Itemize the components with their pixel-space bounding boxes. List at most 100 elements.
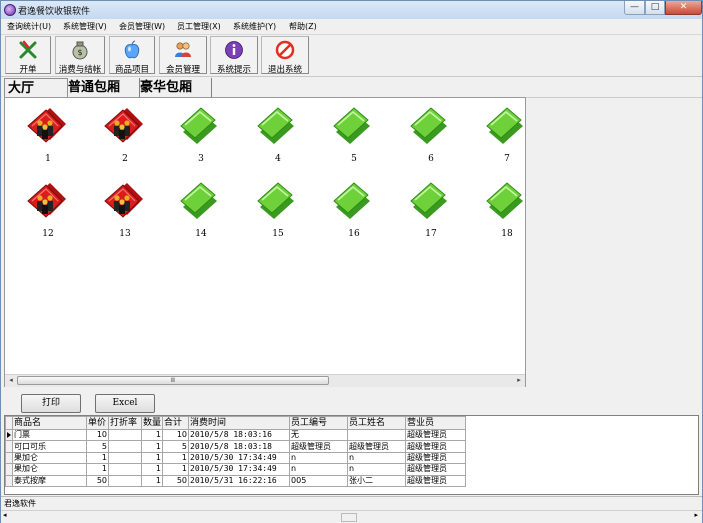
col-header-staff-name[interactable]: 员工姓名: [347, 416, 407, 430]
tab-hall[interactable]: 大厅: [4, 78, 68, 98]
col-header-total[interactable]: 合计: [162, 416, 190, 430]
open-order-button[interactable]: 开单: [5, 36, 51, 75]
table-cell[interactable]: 50: [86, 474, 109, 487]
row-indicator[interactable]: [5, 474, 13, 487]
room-7-tile[interactable]: 7: [469, 104, 525, 174]
col-header-staff-id[interactable]: 员工编号: [289, 416, 349, 430]
room-12-tile[interactable]: 12: [10, 179, 70, 249]
menu-help[interactable]: 帮助(Z): [289, 21, 317, 32]
table-cell[interactable]: 5: [86, 440, 109, 453]
table-cell[interactable]: 门票: [12, 428, 87, 442]
room-2-tile[interactable]: 2: [87, 104, 147, 174]
exit-button[interactable]: 退出系统: [261, 36, 309, 75]
room-16-tile[interactable]: 16: [316, 179, 376, 249]
table-cell[interactable]: 1: [140, 440, 164, 453]
col-header-discount[interactable]: 打折率: [108, 416, 142, 430]
print-button[interactable]: 打印: [21, 394, 81, 413]
bottom-scroll-left-icon[interactable]: ◂: [3, 511, 7, 519]
room-17-tile[interactable]: 17: [393, 179, 453, 249]
table-row[interactable]: 门票 10 1 10 2010/5/8 18:03:16 无超级管理员: [5, 428, 467, 442]
room-18-tile[interactable]: 18: [469, 179, 525, 249]
row-indicator[interactable]: [5, 440, 13, 453]
table-cell[interactable]: 2010/5/30 17:34:49: [188, 463, 291, 476]
bottom-scrollbar[interactable]: ◂ ▸: [1, 510, 702, 523]
minimize-button[interactable]: —: [624, 1, 645, 15]
row-indicator[interactable]: [5, 451, 13, 465]
room-5-tile[interactable]: 5: [316, 104, 376, 174]
room-3-tile[interactable]: 3: [163, 104, 223, 174]
table-row[interactable]: 果加仑 1 1 1 2010/5/30 17:34:49 n n 超级管理员: [5, 451, 467, 465]
products-button[interactable]: 商品项目: [109, 36, 155, 75]
checkout-button[interactable]: $ 消费与结帐: [55, 36, 105, 75]
table-cell[interactable]: 10: [162, 428, 190, 442]
scroll-left-arrow-icon[interactable]: ◂: [5, 375, 17, 387]
col-header-qty[interactable]: 数量: [140, 416, 164, 430]
table-cell[interactable]: 1: [140, 474, 164, 487]
table-cell[interactable]: 2010/5/31 16:22:16: [188, 474, 291, 487]
menu-member-manage[interactable]: 会员管理(W): [119, 21, 165, 32]
room-13-tile[interactable]: 13: [87, 179, 147, 249]
table-row[interactable]: 果加仑 1 1 1 2010/5/30 17:34:49 n n 超级管理员: [5, 463, 467, 476]
table-cell[interactable]: 5: [162, 440, 190, 453]
row-indicator[interactable]: [5, 428, 13, 442]
table-cell[interactable]: 2010/5/8 18:03:16: [188, 428, 291, 442]
scroll-right-arrow-icon[interactable]: ▸: [513, 375, 525, 387]
tab-normal-room[interactable]: 普通包厢: [65, 78, 140, 97]
table-cell[interactable]: 005: [289, 474, 349, 487]
table-cell[interactable]: 泰式按摩: [12, 474, 87, 487]
menu-system-maintain[interactable]: 系统维护(Y): [233, 21, 276, 32]
table-cell[interactable]: 1: [140, 463, 164, 476]
table-cell[interactable]: 2010/5/30 17:34:49: [188, 451, 291, 465]
table-row[interactable]: 泰式按摩 50 1 50 2010/5/31 16:22:16 005 张小二 超级管理员: [5, 474, 467, 487]
bottom-scroll-thumb[interactable]: [341, 513, 357, 522]
table-cell[interactable]: n: [289, 451, 349, 465]
table-cell[interactable]: 超级管理员: [405, 440, 467, 453]
table-cell[interactable]: 1: [86, 451, 109, 465]
table-cell[interactable]: [108, 428, 142, 442]
table-cell[interactable]: 果加仑: [12, 451, 87, 465]
maximize-button[interactable]: □: [645, 1, 665, 15]
table-cell[interactable]: 1: [86, 463, 109, 476]
table-cell[interactable]: 超级管理员: [405, 474, 467, 487]
table-cell[interactable]: 超级管理员: [405, 451, 467, 465]
table-cell[interactable]: 果加仑: [12, 463, 87, 476]
table-cell[interactable]: 超级管理员: [289, 440, 349, 453]
scroll-thumb[interactable]: Ⅲ: [17, 376, 329, 385]
col-header-cashier[interactable]: 营业员: [405, 416, 467, 430]
table-cell[interactable]: 可口可乐: [12, 440, 87, 453]
table-cell[interactable]: 1: [162, 451, 190, 465]
table-cell[interactable]: 1: [140, 428, 164, 442]
table-cell[interactable]: 1: [162, 463, 190, 476]
col-header-product[interactable]: 商品名: [12, 416, 87, 430]
members-button[interactable]: 会员管理: [159, 36, 207, 75]
table-cell[interactable]: 2010/5/8 18:03:18: [188, 440, 291, 453]
table-cell[interactable]: 超级管理员: [405, 463, 467, 476]
table-cell[interactable]: [108, 440, 142, 453]
table-cell[interactable]: 张小二: [347, 474, 407, 487]
menu-staff-manage[interactable]: 员工管理(X): [177, 21, 221, 32]
table-cell[interactable]: n: [347, 451, 407, 465]
menu-system-manage[interactable]: 系统管理(V): [63, 21, 107, 32]
room-14-tile[interactable]: 14: [163, 179, 223, 249]
table-cell[interactable]: 10: [86, 428, 109, 442]
tab-luxury-room[interactable]: 豪华包厢: [137, 78, 212, 97]
table-cell[interactable]: [347, 428, 407, 442]
table-cell[interactable]: [108, 451, 142, 465]
col-header-price[interactable]: 单价: [86, 416, 109, 430]
room-6-tile[interactable]: 6: [393, 104, 453, 174]
excel-button[interactable]: Excel: [95, 394, 155, 413]
table-cell[interactable]: 超级管理员: [405, 428, 467, 442]
table-cell[interactable]: [108, 474, 142, 487]
table-cell[interactable]: 无: [289, 428, 349, 442]
row-indicator[interactable]: [5, 463, 13, 476]
table-cell[interactable]: 1: [140, 451, 164, 465]
horizontal-scrollbar[interactable]: ◂ Ⅲ ▸: [5, 374, 525, 387]
room-1-tile[interactable]: 1: [10, 104, 70, 174]
room-4-tile[interactable]: 4: [240, 104, 300, 174]
table-cell[interactable]: 50: [162, 474, 190, 487]
table-cell[interactable]: n: [347, 463, 407, 476]
table-cell[interactable]: [108, 463, 142, 476]
menu-query-stats[interactable]: 查询统计(U): [7, 21, 51, 32]
system-tips-button[interactable]: 系统提示: [210, 36, 258, 75]
title-bar[interactable]: 君逸餐饮收银软件 — □ ✕: [1, 1, 702, 20]
